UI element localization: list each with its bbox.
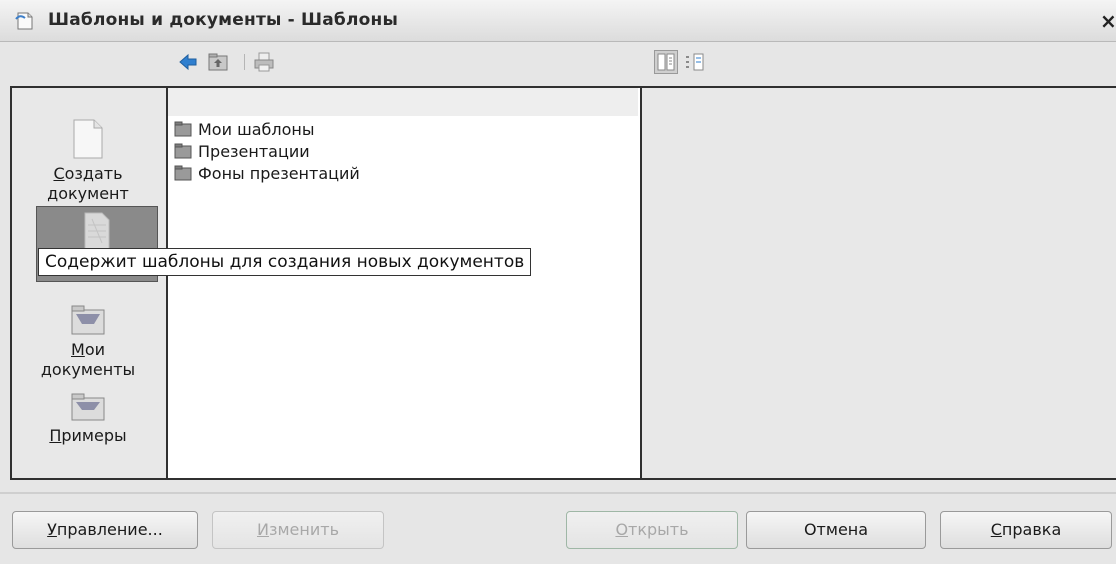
examples-folder-icon bbox=[71, 393, 105, 421]
print-icon[interactable] bbox=[252, 50, 276, 74]
app-icon bbox=[14, 10, 36, 32]
sidebar: Создать документ Мои документы Примеры bbox=[10, 86, 166, 480]
title-bar: Шаблоны и документы - Шаблоны × bbox=[0, 0, 1116, 42]
folder-icon bbox=[174, 165, 192, 181]
divider bbox=[0, 492, 1116, 494]
folder-label: Мои шаблоны bbox=[198, 119, 315, 139]
open-button[interactable]: Открыть bbox=[566, 511, 738, 549]
sidebar-item-label-line2: документ bbox=[47, 184, 129, 203]
list-item-my-templates[interactable]: Мои шаблоны bbox=[174, 118, 360, 140]
toolbar-separator bbox=[244, 54, 245, 70]
sidebar-item-label: Создать bbox=[53, 164, 123, 183]
folder-icon bbox=[174, 121, 192, 137]
list-item-presentations[interactable]: Презентации bbox=[174, 140, 360, 162]
toolbar bbox=[0, 42, 1116, 82]
preview-panel bbox=[642, 86, 1116, 480]
document-properties-icon[interactable] bbox=[682, 50, 706, 74]
sidebar-item-label: Примеры bbox=[49, 426, 127, 445]
back-arrow-icon[interactable] bbox=[176, 50, 200, 74]
list-item-presentation-backgrounds[interactable]: Фоны презентаций bbox=[174, 162, 360, 184]
sidebar-item-examples[interactable]: Примеры bbox=[18, 392, 158, 446]
folder-label: Фоны презентаций bbox=[198, 163, 360, 183]
cancel-button[interactable]: Отмена bbox=[746, 511, 926, 549]
new-document-icon bbox=[73, 119, 103, 159]
help-button[interactable]: Справка bbox=[940, 511, 1112, 549]
folder-list: Мои шаблоны Презентации Фоны презентаций bbox=[174, 118, 360, 184]
folder-up-icon[interactable] bbox=[206, 50, 230, 74]
sidebar-item-new-document[interactable]: Создать документ bbox=[18, 118, 158, 204]
templates-icon bbox=[84, 212, 110, 250]
window-title: Шаблоны и документы - Шаблоны bbox=[48, 10, 399, 30]
list-header bbox=[168, 88, 638, 116]
folder-label: Презентации bbox=[198, 141, 310, 161]
sidebar-item-label-line2: документы bbox=[40, 360, 136, 379]
close-icon[interactable]: × bbox=[1100, 8, 1116, 34]
edit-button[interactable]: Изменить bbox=[212, 511, 384, 549]
template-folder-list: Мои шаблоны Презентации Фоны презентаций bbox=[166, 86, 642, 480]
sidebar-item-label: Мои bbox=[71, 340, 105, 359]
folder-icon bbox=[174, 143, 192, 159]
manage-button[interactable]: Управление... bbox=[12, 511, 198, 549]
sidebar-item-my-documents[interactable]: Мои документы bbox=[18, 302, 158, 380]
my-documents-folder-icon bbox=[71, 305, 105, 335]
tooltip: Содержит шаблоны для создания новых доку… bbox=[38, 248, 532, 276]
preview-view-icon[interactable] bbox=[654, 50, 678, 74]
